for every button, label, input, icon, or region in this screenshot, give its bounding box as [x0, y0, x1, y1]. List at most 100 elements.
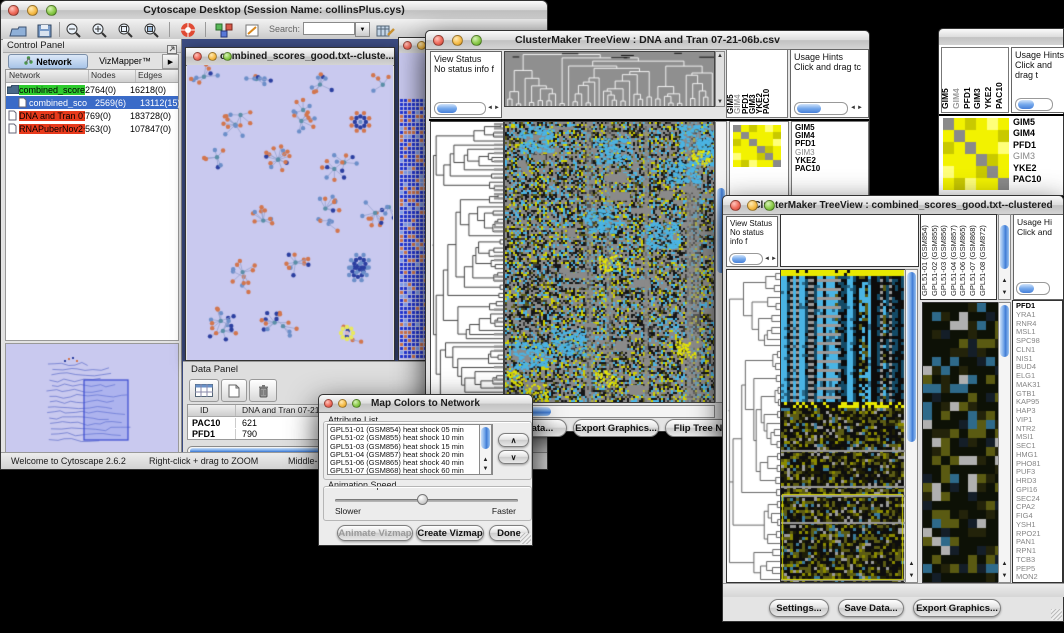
attribute-editor-icon[interactable] — [373, 21, 397, 39]
network-list-row[interactable]: RNAPuberNov2+I563(0)107847(0) — [6, 122, 178, 135]
table-view-button[interactable] — [189, 379, 219, 402]
column-header-nodes[interactable]: Nodes — [89, 70, 136, 82]
minimize-button[interactable] — [452, 35, 463, 46]
network-list-row[interactable]: DNA and Tran 07769(0)183728(0) — [6, 109, 178, 122]
scroll-down-icon[interactable]: ▼ — [999, 573, 1010, 580]
animate-vizmap-button[interactable]: Animate Vizmap — [337, 525, 413, 541]
move-up-button[interactable]: ∧ — [498, 433, 529, 447]
search-dropdown-button[interactable]: ▼ — [355, 22, 370, 37]
delete-attribute-button[interactable] — [249, 379, 277, 402]
settings-button[interactable]: Settings... — [769, 599, 829, 617]
id-column-header[interactable]: ID — [188, 405, 236, 416]
scroll-right-icon[interactable]: ► — [857, 105, 863, 111]
scroll-left-icon[interactable]: ◄ — [850, 105, 856, 111]
main-titlebar[interactable]: Cytoscape Desktop (Session Name: collins… — [1, 1, 547, 20]
gene-label[interactable]: GIM5 — [1013, 117, 1063, 128]
birdseye-canvas[interactable] — [5, 343, 179, 455]
tv1-col-dendrogram-canvas[interactable] — [504, 51, 715, 107]
speed-slider-thumb[interactable] — [417, 494, 428, 505]
zoom-fit-icon[interactable] — [115, 21, 137, 39]
mini-treeview-titlebar[interactable] — [939, 29, 1063, 46]
scroll-up-icon[interactable]: ▲ — [717, 53, 723, 59]
network-view-canvas[interactable] — [187, 65, 393, 360]
minimize-button[interactable] — [27, 5, 38, 16]
scroll-down-icon[interactable]: ▼ — [999, 290, 1010, 297]
gene-label[interactable]: PAC10 — [1013, 174, 1063, 185]
network-list-row[interactable]: combined_sco2569(6)13112(15) — [6, 96, 178, 109]
create-vizmap-button[interactable]: Create Vizmap — [416, 525, 484, 541]
usage-hints-scrollbar[interactable] — [1016, 282, 1050, 295]
dialog-titlebar[interactable]: Map Colors to Network — [319, 395, 532, 413]
tab-overflow-button[interactable]: ▶ — [162, 54, 179, 69]
scroll-down-icon[interactable]: ▼ — [480, 466, 491, 473]
minimize-button[interactable] — [747, 200, 758, 211]
tv2-heatmap-canvas[interactable] — [780, 269, 906, 583]
view-status-scrollbar[interactable] — [434, 102, 486, 115]
close-button[interactable] — [193, 52, 202, 61]
attribute-row[interactable]: GPL51-07 (GSM868) heat shock 60 min — [330, 467, 492, 475]
open-file-button[interactable] — [7, 21, 29, 39]
minimize-button[interactable] — [338, 399, 347, 408]
network-list-row[interactable]: combined_scores2764(0)16218(0) — [6, 83, 178, 96]
export-graphics-button[interactable]: Export Graphics... — [573, 419, 659, 437]
zoom-button[interactable] — [471, 35, 482, 46]
tv1-heatmap-canvas[interactable] — [504, 121, 715, 403]
scroll-down-icon[interactable]: ▼ — [906, 573, 917, 580]
view-status-scrollbar[interactable] — [729, 253, 763, 265]
annotation-icon[interactable] — [241, 21, 263, 39]
new-attribute-button[interactable] — [221, 379, 247, 402]
scroll-right-icon[interactable]: ► — [494, 105, 500, 111]
tab-vizmapper[interactable]: VizMapper™ — [91, 54, 159, 67]
close-button[interactable] — [730, 200, 741, 211]
scroll-up-icon[interactable]: ▲ — [999, 278, 1010, 285]
zoom-selected-icon[interactable] — [141, 21, 163, 39]
close-button[interactable] — [324, 399, 333, 408]
tv2-zoom-v-scrollbar[interactable]: ▲ ▼ — [998, 302, 1011, 583]
scroll-down-icon[interactable]: ▼ — [717, 99, 723, 105]
close-button[interactable] — [8, 5, 19, 16]
tv2-zoom-heatmap-canvas[interactable] — [922, 302, 999, 583]
zoom-button[interactable] — [764, 200, 775, 211]
attribute-list-scrollbar[interactable]: ▲ ▼ — [479, 424, 492, 475]
treeview2-titlebar[interactable]: ClusterMaker TreeView : combined_scores_… — [723, 196, 1063, 215]
tv2-col-labels-scrollbar[interactable]: ▲ ▼ — [998, 214, 1011, 300]
close-button[interactable] — [433, 35, 444, 46]
export-graphics-button[interactable]: Export Graphics... — [913, 599, 1001, 617]
scroll-up-icon[interactable]: ▲ — [480, 457, 491, 464]
scroll-right-icon[interactable]: ► — [771, 256, 777, 262]
gene-label[interactable]: GIM4 — [1013, 128, 1063, 139]
tv1-heatmap-h-scrollbar[interactable] — [504, 405, 715, 418]
minimize-button[interactable] — [208, 52, 217, 61]
scroll-up-icon[interactable]: ▲ — [906, 561, 917, 568]
resize-grip[interactable] — [520, 533, 531, 544]
zoom-button[interactable] — [352, 399, 361, 408]
zoom-out-icon[interactable] — [63, 21, 85, 39]
tv2-heatmap-v-scrollbar[interactable]: ▲ ▼ — [905, 269, 918, 583]
treeview1-titlebar[interactable]: ClusterMaker TreeView : DNA and Tran 07-… — [426, 31, 869, 50]
zoom-in-icon[interactable] — [89, 21, 111, 39]
gene-label[interactable]: MON2 — [1016, 573, 1062, 582]
column-header-network[interactable]: Network — [6, 70, 89, 82]
zoom-button[interactable] — [223, 52, 232, 61]
gene-label[interactable]: GIM3 — [1013, 151, 1063, 162]
zoom-button[interactable] — [46, 5, 57, 16]
save-button[interactable] — [33, 21, 55, 39]
tv2-row-dendrogram-canvas[interactable] — [726, 269, 781, 583]
tab-network[interactable]: Network — [8, 54, 88, 69]
help-lifebuoy-icon[interactable] — [176, 21, 200, 39]
tv1-col-scroll-strip[interactable]: ▲ ▼ — [715, 51, 725, 107]
mini-similarity-matrix-canvas[interactable] — [943, 118, 1009, 190]
usage-hints-scrollbar[interactable] — [1015, 98, 1053, 111]
tv2-col-dendrogram-area[interactable] — [780, 214, 919, 267]
gene-label[interactable]: PFD1 — [1013, 140, 1063, 151]
save-data-button[interactable]: Save Data... — [838, 599, 904, 617]
close-button[interactable] — [403, 41, 412, 50]
move-down-button[interactable]: ∨ — [498, 450, 529, 464]
tv1-similarity-matrix-canvas[interactable] — [733, 125, 781, 167]
column-header-edges[interactable]: Edges — [136, 70, 178, 82]
resize-grip[interactable] — [1051, 609, 1062, 620]
scroll-left-icon[interactable]: ◄ — [487, 105, 493, 111]
usage-hints-scrollbar[interactable] — [794, 102, 848, 115]
search-input[interactable] — [303, 22, 355, 35]
network-view-titlebar[interactable]: combined_scores_good.txt--cluste... — [186, 48, 394, 66]
